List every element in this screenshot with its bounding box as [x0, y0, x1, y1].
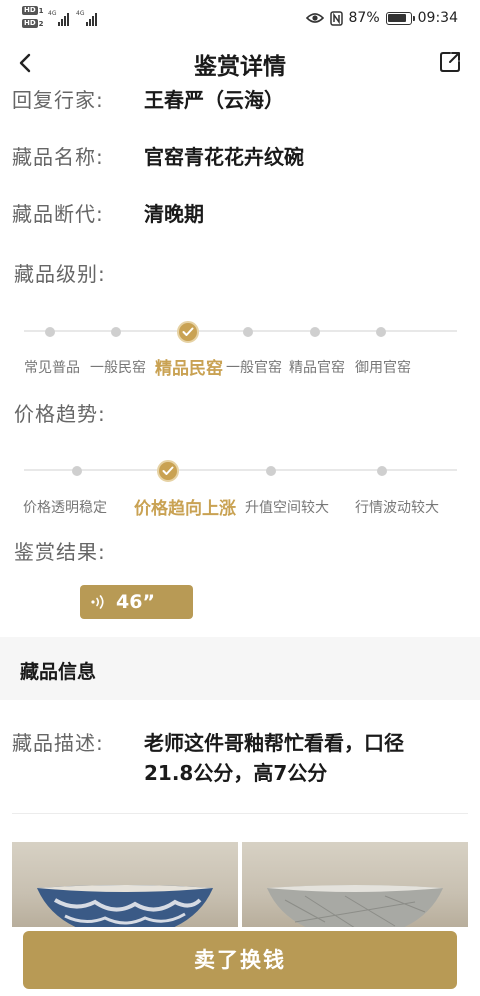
expert-label: 回复行家:	[12, 88, 104, 112]
bowl-photo-1[interactable]	[12, 842, 238, 927]
result-label: 鉴赏结果:	[14, 540, 106, 564]
trend-dot	[72, 466, 82, 476]
hd-badge: HD	[22, 19, 38, 28]
check-icon	[182, 327, 194, 336]
network-type: 4G	[48, 10, 57, 17]
share-icon[interactable]	[438, 50, 462, 74]
grade-dot	[243, 327, 253, 337]
collection-name-value: 官窑青花花卉纹碗	[144, 145, 304, 169]
expert-value: 王春严（云海）	[144, 88, 284, 112]
battery-icon	[385, 11, 415, 25]
sound-wave-icon	[91, 595, 104, 609]
trend-label: 价格趋势:	[14, 402, 106, 426]
sim1-number: 1	[38, 6, 44, 15]
grade-option-label: 精品官窑	[289, 360, 345, 376]
divider	[12, 813, 468, 814]
trend-option-label: 价格趋向上涨	[134, 499, 236, 519]
grade-dot	[376, 327, 386, 337]
grade-label: 藏品级别:	[14, 262, 106, 286]
grade-option-label: 一般民窑	[90, 360, 146, 376]
battery-percent: 87%	[348, 10, 380, 26]
nav-bar: 鉴赏详情	[0, 38, 480, 88]
period-label: 藏品断代:	[12, 202, 104, 226]
grade-option-label: 御用官窑	[355, 360, 411, 376]
grade-option-label: 常见普品	[24, 360, 80, 376]
grade-dot	[45, 327, 55, 337]
trend-dot	[266, 466, 276, 476]
grade-dot	[310, 327, 320, 337]
trend-selected-marker	[157, 460, 179, 482]
grade-dot	[111, 327, 121, 337]
status-right: 87% 09:34	[305, 8, 458, 28]
bowl-photo-2[interactable]	[242, 842, 468, 927]
collection-info-header: 藏品信息	[0, 637, 480, 700]
grade-selected-marker	[177, 321, 199, 343]
description-row: 藏品描述: 老师这件哥釉帮忙看看，口径21.8公分，高7公分	[12, 727, 464, 788]
signal-strength-icon: 4G	[48, 10, 70, 26]
description-value: 老师这件哥釉帮忙看看，口径21.8公分，高7公分	[144, 731, 404, 785]
signal-strength-icon: 4G	[76, 10, 98, 26]
sim1-indicator: HD 1	[22, 5, 44, 16]
hd-badge: HD	[22, 6, 38, 15]
bowl-image	[37, 885, 213, 927]
grade-option-label: 一般官窑	[226, 360, 282, 376]
sell-button[interactable]: 卖了换钱	[23, 931, 457, 989]
clock: 09:34	[417, 10, 458, 26]
page-title: 鉴赏详情	[194, 54, 286, 80]
signal-area: HD 1 HD 2 4G 4G	[22, 5, 112, 31]
nfc-icon	[329, 10, 343, 26]
description-label: 藏品描述:	[12, 731, 104, 755]
trend-track	[24, 469, 457, 471]
sim2-number: 2	[38, 19, 44, 28]
expert-row: 回复行家: 王春严（云海）	[12, 84, 464, 115]
trend-option-label: 价格透明稳定	[23, 500, 107, 516]
battery-fill	[388, 14, 407, 22]
network-type: 4G	[76, 10, 85, 17]
grade-track	[24, 330, 457, 332]
eye-icon	[305, 13, 324, 23]
sim2-indicator: HD 2	[22, 18, 44, 29]
audio-message[interactable]: 46”	[80, 585, 193, 619]
audio-duration: 46”	[116, 591, 155, 613]
collection-name-label: 藏品名称:	[12, 145, 104, 169]
trend-option-label: 行情波动较大	[355, 500, 439, 516]
bowl-image	[267, 885, 443, 927]
grade-option-label: 精品民窑	[155, 359, 223, 379]
trend-dot	[377, 466, 387, 476]
trend-option-label: 升值空间较大	[245, 500, 329, 516]
period-value: 清晚期	[144, 202, 204, 226]
collection-name-row: 藏品名称: 官窑青花花卉纹碗	[12, 141, 464, 172]
check-icon	[162, 466, 174, 475]
period-row: 藏品断代: 清晚期	[12, 198, 464, 229]
status-bar: HD 1 HD 2 4G 4G 87% 09:34	[0, 0, 480, 36]
collection-info-title: 藏品信息	[20, 661, 97, 683]
